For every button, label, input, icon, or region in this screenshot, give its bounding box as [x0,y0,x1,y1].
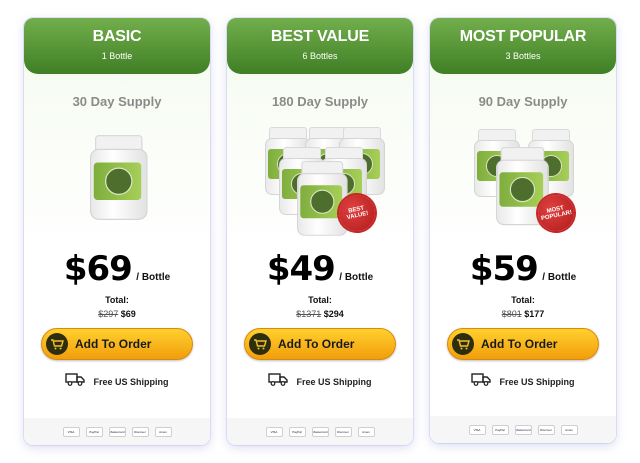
payment-methods: VISA PayPal Mastercard Discover Amex [24,418,210,445]
amex-icon: Amex [560,424,578,435]
amex-icon: Amex [357,426,375,437]
per-bottle-label: / Bottle [136,272,171,283]
truck-icon [268,372,289,391]
paypal-icon: PayPal [288,426,306,437]
bottle-image [90,135,148,220]
total-label: Total: [511,295,535,305]
per-bottle-label: / Bottle [339,272,374,283]
supply-duration: 90 Day Supply [478,94,568,109]
plan-card-best-value: BEST VALUE 6 Bottles 180 Day Supply BEST… [227,18,413,445]
cart-icon [249,333,271,355]
add-to-order-label: Add To Order [481,337,558,351]
truck-icon [471,372,492,391]
mastercard-icon: Mastercard [514,424,532,435]
original-total: $1371 [296,309,322,319]
payment-methods: VISA PayPal Mastercard Discover Amex [430,416,616,443]
product-image: MOST POPULAR! [430,125,616,237]
plan-quantity: 6 Bottles [302,51,338,61]
plan-quantity: 3 Bottles [505,51,541,61]
supply-duration: 30 Day Supply [72,94,162,109]
product-image: BEST VALUE! [227,125,413,237]
total-label: Total: [308,295,332,305]
plan-name: BASIC [92,28,142,45]
original-total: $801 [501,309,522,319]
discover-icon: Discover [537,424,555,435]
shipping-text: Free US Shipping [296,376,372,387]
visa-icon: VISA [62,426,80,437]
plan-card-most-popular: MOST POPULAR 3 Bottles 90 Day Supply MOS… [430,18,616,443]
discounted-total: $177 [524,309,545,319]
unit-price: $59 [469,249,539,289]
unit-price: $49 [266,249,336,289]
plan-name: MOST POPULAR [459,28,587,45]
add-to-order-button[interactable]: Add To Order [447,328,599,360]
paypal-icon: PayPal [85,426,103,437]
amex-icon: Amex [154,426,172,437]
total-label: Total: [105,295,129,305]
cart-icon [452,333,474,355]
discover-icon: Discover [131,426,149,437]
discounted-total: $69 [120,309,136,319]
plan-quantity: 1 Bottle [101,51,133,61]
mastercard-icon: Mastercard [311,426,329,437]
add-to-order-button[interactable]: Add To Order [244,328,396,360]
visa-icon: VISA [468,424,486,435]
plan-header: BASIC 1 Bottle [24,18,210,74]
plan-header: MOST POPULAR 3 Bottles [430,18,616,74]
cart-icon [46,333,68,355]
per-bottle-label: / Bottle [542,272,577,283]
supply-duration: 180 Day Supply [271,94,369,109]
payment-methods: VISA PayPal Mastercard Discover Amex [227,418,413,445]
original-total: $297 [98,309,119,319]
mastercard-icon: Mastercard [108,426,126,437]
add-to-order-label: Add To Order [75,337,152,351]
plan-name: BEST VALUE [270,28,370,45]
unit-price: $69 [63,249,133,289]
bottle-image [297,161,348,236]
discounted-total: $294 [323,309,344,319]
paypal-icon: PayPal [491,424,509,435]
shipping-text: Free US Shipping [499,376,575,387]
add-to-order-button[interactable]: Add To Order [41,328,193,360]
truck-icon [65,372,86,391]
discover-icon: Discover [334,426,352,437]
plan-card-basic: BASIC 1 Bottle 30 Day Supply $69 / Bottl… [24,18,210,445]
visa-icon: VISA [265,426,283,437]
add-to-order-label: Add To Order [278,337,355,351]
product-image [24,125,210,237]
plan-header: BEST VALUE 6 Bottles [227,18,413,74]
shipping-text: Free US Shipping [93,376,169,387]
